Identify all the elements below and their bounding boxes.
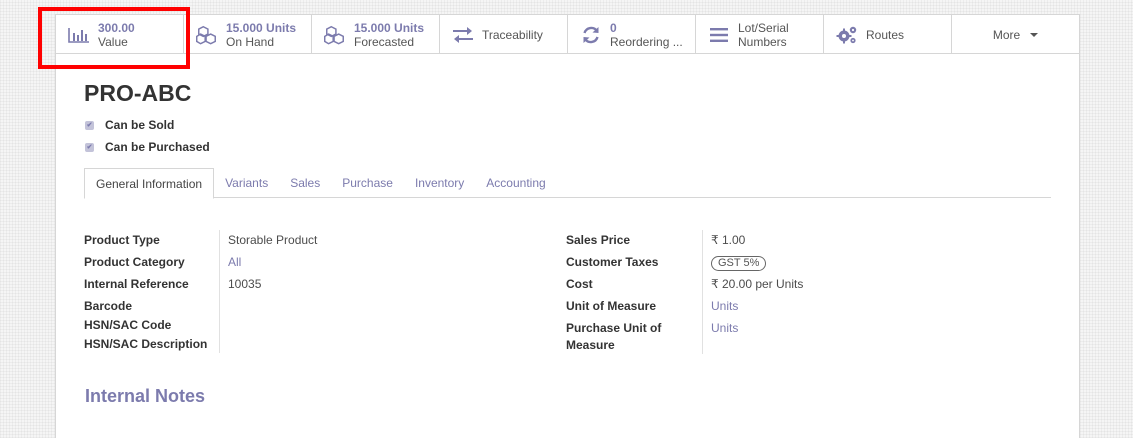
unit-of-measure-value[interactable]: Units [702, 296, 738, 318]
tab-accounting[interactable]: Accounting [475, 168, 556, 197]
customer-taxes-label: Customer Taxes [566, 255, 659, 269]
bar-chart-icon [68, 24, 90, 46]
value-label: Value [98, 34, 128, 49]
tab-sales[interactable]: Sales [279, 168, 331, 197]
cogs-icon [836, 24, 858, 46]
product-category-value[interactable]: All [219, 252, 241, 274]
hsn-sac-description-label: HSN/SAC Description [84, 337, 208, 351]
internal-notes-heading: Internal Notes [85, 386, 206, 406]
cost-label: Cost [566, 277, 593, 291]
can-be-purchased-label: Can be Purchased [105, 140, 210, 154]
product-type-label: Product Type [84, 233, 160, 247]
cubes-icon [196, 24, 218, 46]
right-field-group: Sales Price ₹ 1.00 Customer Taxes GST 5% C… [566, 230, 803, 354]
reordering-button[interactable]: 0 Reordering ... [568, 15, 696, 54]
hsn-sac-code-label: HSN/SAC Code [84, 318, 172, 332]
exchange-icon [452, 24, 474, 46]
more-button[interactable]: More [952, 15, 1079, 54]
routes-button[interactable]: Routes [824, 15, 952, 54]
left-field-group: Product Type Storable Product Product Cat… [84, 230, 317, 353]
lot-serial-label-line2: Numbers [738, 34, 787, 49]
checkbox-can-be-purchased[interactable]: ✔ [85, 142, 94, 152]
tax-badge[interactable]: GST 5% [711, 256, 767, 271]
traceability-label: Traceability [482, 27, 543, 42]
notebook-tabs: General Information Variants Sales Purch… [84, 168, 1051, 199]
product-form-sheet: 300.00 Value 15.000 Units On Hand 15.000… [55, 14, 1080, 438]
list-icon [708, 24, 730, 46]
barcode-label: Barcode [84, 299, 133, 313]
customer-taxes-field[interactable]: GST 5% [702, 252, 767, 274]
can-be-sold-label: Can be Sold [105, 118, 175, 132]
lot-serial-button[interactable]: Lot/Serial Numbers [696, 15, 824, 54]
reordering-label: Reordering ... [610, 34, 683, 49]
routes-label: Routes [866, 27, 905, 42]
barcode-value[interactable] [219, 296, 228, 315]
unit-of-measure-label: Unit of Measure [566, 299, 657, 313]
sales-price-value[interactable]: ₹ 1.00 [702, 230, 745, 252]
on-hand-qty: 15.000 Units [226, 20, 297, 35]
forecasted-button[interactable]: 15.000 Units Forecasted [312, 15, 440, 54]
tab-general-information[interactable]: General Information [84, 168, 215, 199]
purchase-uom-label: Purchase Unit of Measure [566, 321, 662, 352]
product-category-label: Product Category [84, 255, 185, 269]
can-be-purchased-row[interactable]: ✔ Can be Purchased [85, 140, 210, 154]
tab-purchase[interactable]: Purchase [331, 168, 404, 197]
caret-down-icon [1030, 32, 1039, 37]
product-name: PRO-ABC [84, 80, 192, 106]
on-hand-label: On Hand [226, 34, 275, 49]
more-label: More [992, 27, 1021, 42]
stat-button-box: 300.00 Value 15.000 Units On Hand 15.000… [56, 15, 1079, 54]
tab-variants[interactable]: Variants [214, 168, 279, 197]
forecasted-qty: 15.000 Units [354, 20, 425, 35]
cost-value[interactable]: ₹ 20.00 per Units [702, 274, 803, 296]
traceability-button[interactable]: Traceability [440, 15, 568, 54]
lot-serial-label-line1: Lot/Serial [738, 20, 789, 35]
value-button[interactable]: 300.00 Value [56, 15, 184, 54]
checkbox-can-be-sold[interactable]: ✔ [85, 120, 94, 130]
internal-reference-label: Internal Reference [84, 277, 189, 291]
tab-inventory[interactable]: Inventory [404, 168, 475, 197]
forecasted-label: Forecasted [354, 34, 415, 49]
hsn-sac-description-value[interactable] [219, 334, 228, 353]
hsn-sac-code-value[interactable] [219, 315, 228, 334]
refresh-icon [580, 24, 602, 46]
cubes-icon [324, 24, 346, 46]
reordering-count: 0 [610, 20, 617, 35]
sales-price-label: Sales Price [566, 233, 631, 247]
purchase-uom-value[interactable]: Units [702, 318, 738, 354]
value-amount: 300.00 [98, 20, 135, 35]
product-type-value[interactable]: Storable Product [219, 230, 317, 252]
internal-reference-value[interactable]: 10035 [219, 274, 261, 296]
can-be-sold-row[interactable]: ✔ Can be Sold [85, 118, 174, 132]
on-hand-button[interactable]: 15.000 Units On Hand [184, 15, 312, 54]
